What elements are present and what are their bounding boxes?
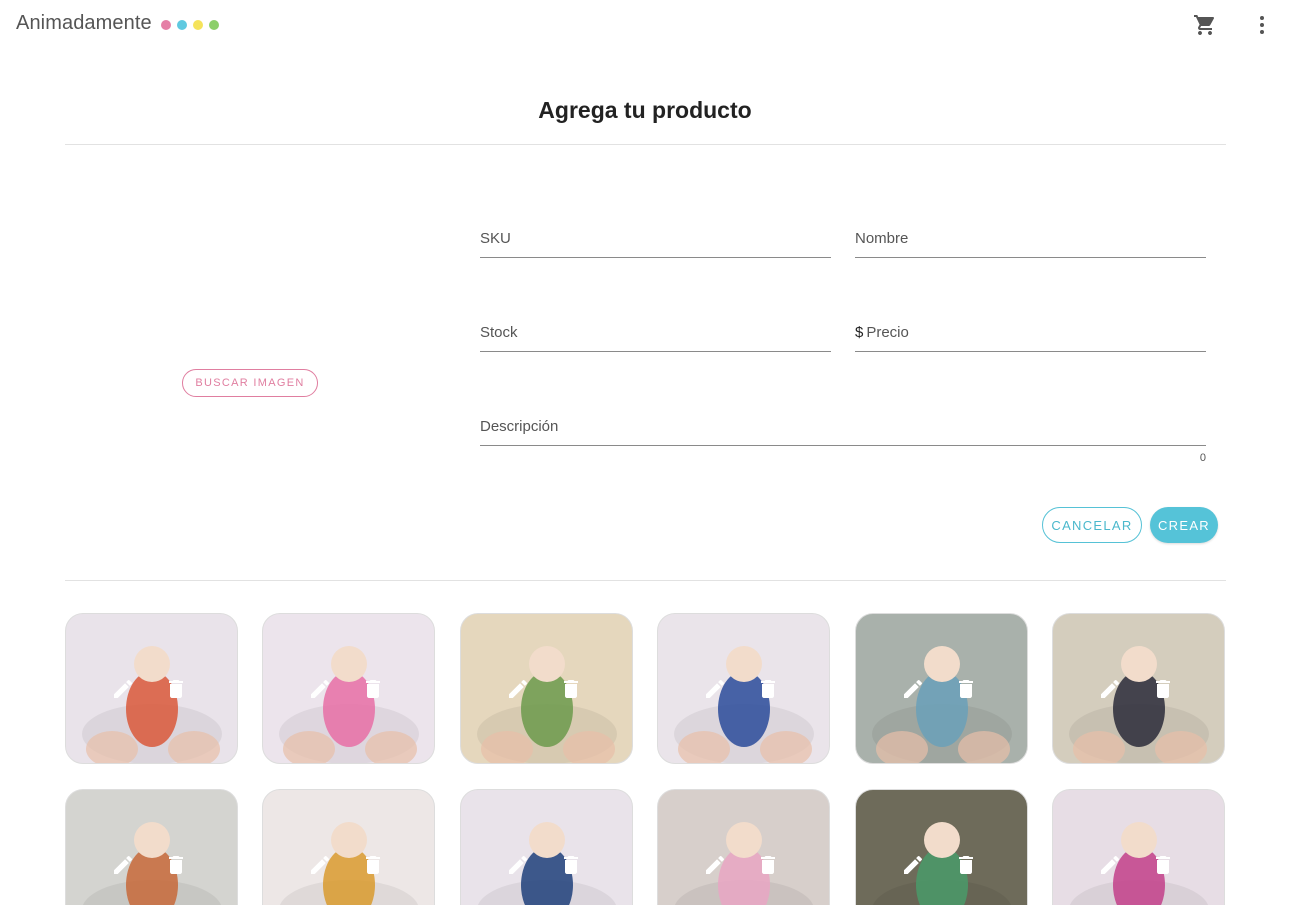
cancel-button[interactable]: CANCELAR (1042, 507, 1142, 543)
pencil-icon[interactable] (506, 853, 530, 877)
product-image (856, 790, 1027, 905)
product-image (263, 790, 434, 905)
trash-icon[interactable] (954, 853, 978, 877)
price-label: Precio (866, 324, 909, 341)
pencil-icon[interactable] (308, 677, 332, 701)
product-card[interactable] (460, 613, 633, 764)
product-image (658, 614, 829, 763)
name-label: Nombre (855, 230, 909, 247)
product-card[interactable] (855, 789, 1028, 905)
brand-dot-yellow (193, 20, 203, 30)
product-image (461, 614, 632, 763)
product-card[interactable] (460, 789, 633, 905)
app-bar: Animadamente (0, 0, 1290, 50)
product-card[interactable] (1052, 789, 1225, 905)
more-vert-icon (1260, 16, 1264, 34)
product-image (263, 614, 434, 763)
cart-button[interactable] (1190, 10, 1220, 40)
product-image (461, 790, 632, 905)
product-image (1053, 790, 1224, 905)
product-image (658, 790, 829, 905)
page-title: Agrega tu producto (538, 97, 752, 123)
brand-dot-pink (161, 20, 171, 30)
divider-bottom (65, 580, 1226, 581)
brand-dot-green (209, 20, 219, 30)
cart-icon (1194, 15, 1215, 35)
trash-icon[interactable] (361, 853, 385, 877)
name-field[interactable]: Nombre (855, 230, 1206, 258)
trash-icon[interactable] (954, 677, 978, 701)
pencil-icon[interactable] (901, 853, 925, 877)
brand-dot-blue (177, 20, 187, 30)
product-card[interactable] (65, 613, 238, 764)
description-label: Descripción (480, 418, 559, 435)
sku-field[interactable]: SKU (480, 230, 831, 258)
search-image-button[interactable]: BUSCAR IMAGEN (182, 369, 318, 397)
product-card[interactable] (657, 789, 830, 905)
trash-icon[interactable] (559, 853, 583, 877)
trash-icon[interactable] (164, 853, 188, 877)
trash-icon[interactable] (559, 677, 583, 701)
description-counter: 0 (1199, 452, 1206, 464)
product-image (66, 790, 237, 905)
pencil-icon[interactable] (506, 677, 530, 701)
brand-name[interactable]: Animadamente (16, 12, 152, 35)
pencil-icon[interactable] (308, 853, 332, 877)
price-field[interactable]: $ Precio (855, 324, 1206, 352)
divider-top (65, 144, 1226, 145)
trash-icon[interactable] (361, 677, 385, 701)
product-card[interactable] (657, 613, 830, 764)
sku-label: SKU (480, 230, 511, 247)
pencil-icon[interactable] (111, 853, 135, 877)
description-field[interactable]: Descripción (480, 418, 1206, 446)
create-button[interactable]: CREAR (1150, 507, 1218, 543)
brand-dots (161, 20, 219, 30)
trash-icon[interactable] (1151, 677, 1175, 701)
pencil-icon[interactable] (111, 677, 135, 701)
trash-icon[interactable] (756, 677, 780, 701)
stock-field[interactable]: Stock (480, 324, 831, 352)
product-card[interactable] (65, 789, 238, 905)
product-card[interactable] (262, 613, 435, 764)
pencil-icon[interactable] (703, 853, 727, 877)
product-card[interactable] (855, 613, 1028, 764)
trash-icon[interactable] (756, 853, 780, 877)
stock-label: Stock (480, 324, 518, 341)
price-prefix: $ (855, 324, 864, 341)
product-image (856, 614, 1027, 763)
product-card[interactable] (262, 789, 435, 905)
pencil-icon[interactable] (1098, 853, 1122, 877)
price-label-wrap: $ Precio (855, 324, 909, 341)
more-menu-button[interactable] (1247, 10, 1277, 40)
product-image (1053, 614, 1224, 763)
product-card[interactable] (1052, 613, 1225, 764)
product-image (66, 614, 237, 763)
pencil-icon[interactable] (901, 677, 925, 701)
pencil-icon[interactable] (1098, 677, 1122, 701)
trash-icon[interactable] (1151, 853, 1175, 877)
trash-icon[interactable] (164, 677, 188, 701)
pencil-icon[interactable] (703, 677, 727, 701)
